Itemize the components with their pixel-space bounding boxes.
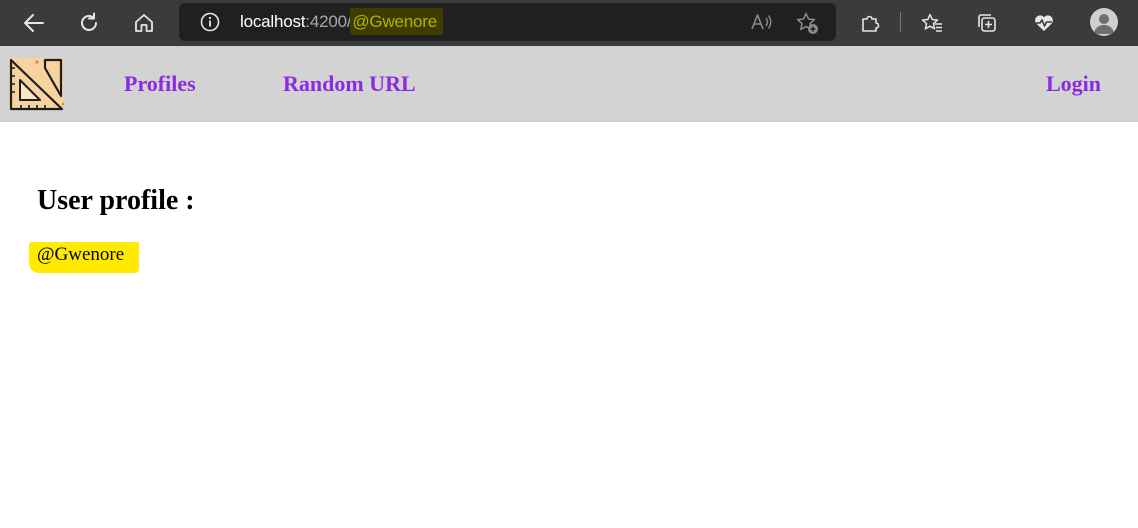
toolbar-separator	[900, 12, 901, 32]
read-aloud-icon[interactable]	[750, 11, 774, 33]
back-button[interactable]	[17, 6, 51, 40]
profile-avatar-icon[interactable]	[1090, 8, 1118, 36]
address-bar[interactable]: localhost:4200/@Gwenore	[179, 3, 836, 41]
extensions-icon	[862, 15, 880, 32]
favorites-icon	[921, 13, 942, 32]
favorites-button[interactable]	[915, 6, 949, 40]
nav-link-profiles[interactable]: Profiles	[124, 71, 196, 97]
collections-button[interactable]	[970, 6, 1004, 40]
user-handle: @Gwenore	[37, 244, 125, 265]
browser-essentials-icon	[1035, 15, 1053, 31]
url-host: localhost	[240, 12, 306, 31]
add-favorite-icon[interactable]	[795, 11, 819, 35]
user-handle-block: @Gwenore	[29, 242, 139, 276]
site-info-icon[interactable]	[199, 11, 221, 33]
extensions-button[interactable]	[853, 6, 887, 40]
page-title: User profile :	[37, 185, 195, 216]
url-port: :4200/	[305, 12, 352, 31]
app-navbar: Profiles Random URL Login	[0, 46, 1138, 122]
browser-essentials-button[interactable]	[1027, 6, 1061, 40]
ruler-triangle-logo-icon[interactable]	[7, 56, 65, 112]
collections-icon	[978, 14, 996, 32]
home-icon	[135, 14, 153, 32]
home-button[interactable]	[127, 6, 161, 40]
nav-link-random-url[interactable]: Random URL	[283, 71, 416, 97]
browser-toolbar: localhost:4200/@Gwenore	[0, 0, 1138, 46]
back-icon	[24, 14, 44, 32]
refresh-icon	[81, 12, 97, 31]
url-path: @Gwenore	[350, 8, 444, 35]
nav-link-login[interactable]: Login	[1046, 71, 1101, 97]
refresh-button[interactable]	[72, 6, 106, 40]
url-text[interactable]: localhost:4200/@Gwenore	[240, 8, 444, 35]
